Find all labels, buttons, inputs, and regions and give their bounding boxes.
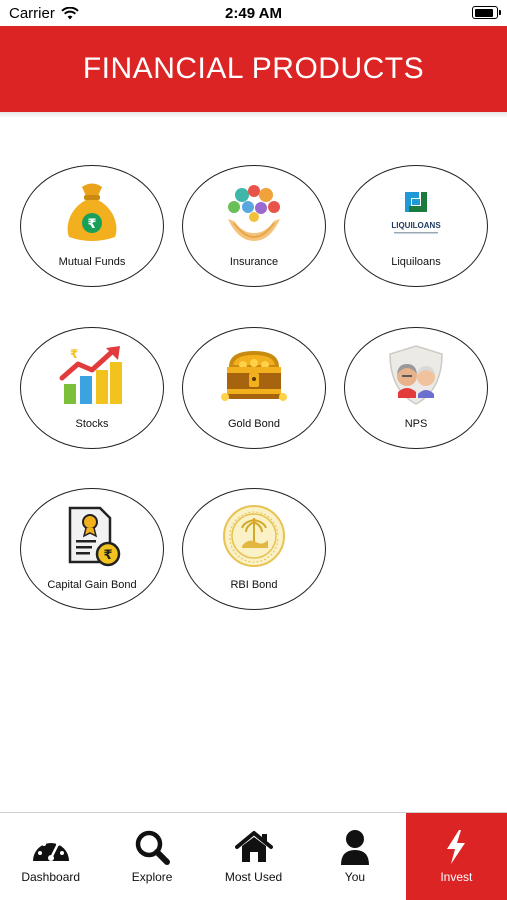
product-grid: ₹ Mutual Funds Insurance LIQUILOANS Liqu… — [0, 0, 507, 810]
product-label: Mutual Funds — [58, 256, 126, 268]
liquiloans-logo-text: LIQUILOANS — [391, 221, 441, 230]
bottom-tab-bar: Dashboard Explore Most Used You Invest — [0, 812, 507, 900]
tab-explore[interactable]: Explore — [101, 813, 202, 900]
tab-invest[interactable]: Invest — [405, 813, 507, 900]
tab-label: Dashboard — [21, 870, 81, 884]
user-icon — [339, 829, 371, 865]
product-tile-stocks[interactable]: ₹ Stocks — [20, 327, 164, 449]
svg-text:₹: ₹ — [87, 217, 96, 232]
elderly-couple-shield-icon — [345, 342, 487, 408]
product-label: Gold Bond — [228, 418, 280, 430]
insurance-icon — [183, 180, 325, 246]
certificate-icon: ₹ — [21, 503, 163, 569]
treasure-chest-icon — [183, 342, 325, 408]
product-tile-gold-bond[interactable]: Gold Bond — [182, 327, 326, 449]
svg-text:₹: ₹ — [70, 347, 78, 361]
bolt-icon — [444, 829, 468, 865]
tab-label: Most Used — [224, 870, 283, 884]
tab-dashboard[interactable]: Dashboard — [0, 813, 101, 900]
product-tile-insurance[interactable]: Insurance — [182, 165, 326, 287]
speedometer-icon — [31, 829, 71, 865]
product-tile-liquiloans[interactable]: LIQUILOANS Liquiloans — [344, 165, 488, 287]
product-label: Insurance — [229, 256, 279, 268]
tab-label: You — [344, 870, 366, 884]
money-bag-icon: ₹ — [21, 180, 163, 246]
tab-most-used[interactable]: Most Used — [203, 813, 304, 900]
product-label: Stocks — [75, 418, 109, 430]
product-tile-rbi-bond[interactable]: RBI Bond — [182, 488, 326, 610]
product-label: Capital Gain Bond — [47, 579, 137, 591]
product-tile-mutual-funds[interactable]: ₹ Mutual Funds — [20, 165, 164, 287]
product-tile-nps[interactable]: NPS — [344, 327, 488, 449]
product-tile-capital-gain-bond[interactable]: ₹ Capital Gain Bond — [20, 488, 164, 610]
search-icon — [134, 829, 171, 865]
product-label: Liquiloans — [391, 256, 441, 268]
product-label: NPS — [404, 418, 428, 430]
home-icon — [234, 829, 273, 865]
rbi-seal-icon — [183, 503, 325, 569]
svg-text:₹: ₹ — [103, 548, 112, 563]
liquiloans-logo: LIQUILOANS — [345, 180, 487, 246]
stocks-growth-icon: ₹ — [21, 342, 163, 408]
tab-label: Invest — [440, 870, 473, 884]
tab-you[interactable]: You — [304, 813, 405, 900]
tab-label: Explore — [131, 870, 173, 884]
product-label: RBI Bond — [230, 579, 278, 591]
